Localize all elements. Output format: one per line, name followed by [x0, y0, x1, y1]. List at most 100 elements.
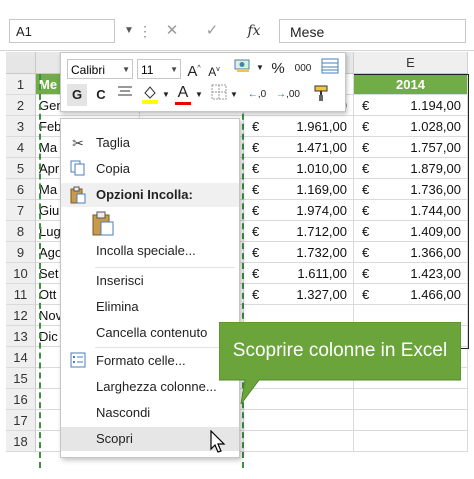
row-header[interactable]: 9 — [6, 242, 36, 263]
format-table-button[interactable] — [319, 58, 341, 80]
row-header[interactable]: 15 — [6, 368, 36, 389]
table-border — [354, 74, 469, 349]
comma-style-button[interactable]: 000 — [291, 58, 315, 80]
borders-button[interactable] — [209, 84, 229, 106]
mini-toolbar: Calibri ▼ 11 ▼ A^ Av ▼ % 000 G C ▼ A ▼ ▼ ←… — [60, 52, 346, 112]
callout-text: Scoprire colonne in Excel — [232, 340, 448, 361]
menu-item-clear-contents[interactable]: Cancella contenuto — [61, 321, 239, 345]
font-color-button[interactable]: A — [173, 82, 193, 105]
menu-item-paste-options: Opzioni Incolla: — [61, 183, 239, 207]
cell-number: 1.961,00 — [296, 119, 347, 134]
cell-value[interactable]: €1.010,00 — [244, 158, 354, 179]
callout-banner: Scoprire colonne in Excel — [219, 322, 461, 404]
paint-bucket-icon — [142, 86, 158, 104]
cell-number: 1.471,00 — [296, 140, 347, 155]
paste-icon — [69, 186, 87, 204]
row-header[interactable]: 5 — [6, 158, 36, 179]
menu-item-cut[interactable]: ✂ Taglia — [61, 131, 239, 155]
row-header[interactable]: 13 — [6, 326, 36, 347]
formula-bar: A1 ▼ ⋮ ✕ ✓ fx Mese — [0, 0, 474, 51]
cell-number: 1.169,00 — [296, 182, 347, 197]
align-center-button[interactable] — [115, 84, 135, 106]
cell-empty[interactable] — [354, 431, 468, 452]
cell-value[interactable]: €1.611,00 — [244, 263, 354, 284]
row-header[interactable]: 16 — [6, 389, 36, 410]
cell-value[interactable]: €1.732,00 — [244, 242, 354, 263]
menu-item-hide[interactable]: Nascondi — [61, 401, 239, 425]
fill-color-button[interactable] — [139, 84, 161, 106]
row-header[interactable]: 17 — [6, 410, 36, 431]
cell-value[interactable]: €1.712,00 — [244, 221, 354, 242]
cell-number: 1.611,00 — [297, 266, 347, 281]
row-header[interactable]: 7 — [6, 200, 36, 221]
menu-item-copy[interactable]: Copia — [61, 157, 239, 181]
menu-item-paste-special[interactable]: Incolla speciale... — [61, 239, 239, 263]
row-header[interactable]: 6 — [6, 179, 36, 200]
menu-item-format-cells[interactable]: Formato celle... — [61, 349, 239, 373]
chevron-down-icon[interactable]: ▼ — [255, 57, 265, 79]
selection-marquee-left — [39, 74, 41, 468]
cancel-icon[interactable]: ✕ — [160, 20, 184, 42]
font-name-select[interactable]: Calibri ▼ — [67, 59, 133, 79]
row-header[interactable]: 12 — [6, 305, 36, 326]
column-header-e[interactable]: E — [354, 52, 468, 74]
cell-value[interactable]: €1.471,00 — [244, 137, 354, 158]
chevron-down-icon: ▼ — [170, 65, 178, 74]
insert-function-icon[interactable]: fx — [242, 20, 266, 42]
menu-item-delete[interactable]: Elimina — [61, 295, 239, 319]
select-all-corner[interactable] — [6, 52, 36, 74]
currency-symbol: € — [252, 203, 260, 218]
row-header[interactable]: 3 — [6, 116, 36, 137]
row-header[interactable]: 2 — [6, 95, 36, 116]
row-header[interactable]: 11 — [6, 284, 36, 305]
cell-value[interactable]: €1.169,00 — [244, 179, 354, 200]
cell-number: 1.010,00 — [296, 161, 347, 176]
format-cells-icon — [69, 352, 87, 370]
currency-symbol: € — [252, 224, 260, 239]
menu-item-insert[interactable]: Inserisci — [61, 269, 239, 293]
name-box-dropdown-icon[interactable]: ▼ — [124, 20, 136, 42]
table-format-icon — [321, 58, 339, 74]
chevron-down-icon[interactable]: ▼ — [229, 84, 239, 106]
font-size-select[interactable]: 11 ▼ — [137, 59, 181, 79]
cell-value[interactable]: €1.961,00 — [244, 116, 354, 137]
cell-number: 1.327,00 — [296, 287, 347, 302]
percent-style-button[interactable]: % — [269, 58, 287, 80]
bold-button[interactable]: G — [67, 84, 87, 106]
cell-value[interactable]: €1.974,00 — [244, 200, 354, 221]
cell-empty[interactable] — [354, 410, 468, 431]
format-painter-icon — [314, 85, 328, 101]
confirm-icon[interactable]: ✓ — [200, 20, 224, 42]
decrease-decimal-button[interactable]: →,00 — [273, 84, 303, 106]
chevron-down-icon[interactable]: ▼ — [161, 84, 171, 106]
row-header[interactable]: 1 — [6, 74, 36, 95]
paste-button-icon[interactable] — [91, 211, 115, 237]
context-menu: ✂ Taglia Copia Opzioni Incolla: Incolla … — [60, 118, 240, 458]
row-header[interactable]: 14 — [6, 347, 36, 368]
scissors-icon: ✂ — [72, 135, 84, 151]
currency-symbol: € — [252, 266, 260, 281]
cell-number: 1.974,00 — [296, 203, 347, 218]
row-header[interactable]: 4 — [6, 137, 36, 158]
row-header[interactable]: 10 — [6, 263, 36, 284]
menu-item-column-width[interactable]: Larghezza colonne... — [61, 375, 239, 399]
menu-separator — [95, 347, 235, 348]
increase-decimal-button[interactable]: ←,0 — [243, 84, 271, 106]
formula-bar-grip-icon: ⋮ — [138, 23, 152, 39]
chevron-down-icon[interactable]: ▼ — [194, 84, 204, 106]
grow-font-button[interactable]: A^ — [187, 58, 201, 80]
row-header[interactable]: 18 — [6, 431, 36, 452]
formula-input[interactable]: Mese — [279, 19, 466, 43]
cell-empty[interactable] — [244, 410, 354, 431]
shrink-font-button[interactable]: Av — [207, 59, 221, 81]
row-header[interactable]: 8 — [6, 221, 36, 242]
cell-empty[interactable] — [244, 431, 354, 452]
currency-symbol: € — [252, 140, 260, 155]
number-format-button[interactable] — [231, 57, 255, 79]
italic-button[interactable]: C — [91, 84, 111, 106]
name-box[interactable]: A1 — [9, 19, 115, 43]
cell-value[interactable]: €1.327,00 — [244, 284, 354, 305]
cell-number: 1.712,00 — [296, 224, 347, 239]
format-painter-button[interactable] — [309, 84, 333, 106]
mouse-pointer-icon — [210, 429, 228, 454]
